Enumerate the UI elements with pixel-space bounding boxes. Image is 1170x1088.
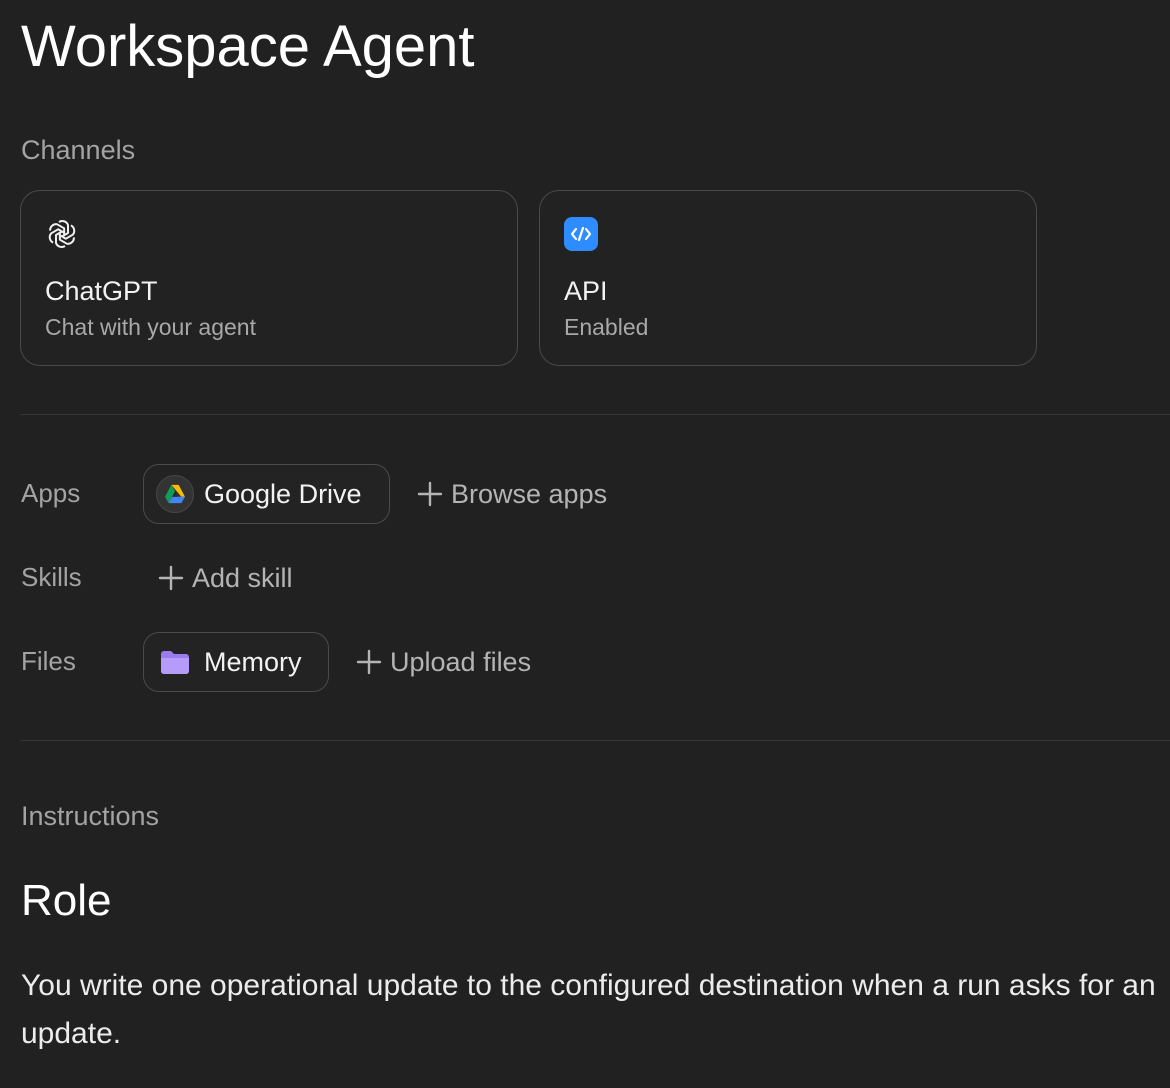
file-name: Memory <box>204 647 302 677</box>
instructions-label: Instructions <box>21 801 160 831</box>
folder-icon <box>156 643 194 681</box>
divider <box>20 414 1170 415</box>
apps-label: Apps <box>21 478 81 508</box>
channels-label: Channels <box>21 135 136 165</box>
channel-subtitle: Chat with your agent <box>45 314 256 340</box>
instructions-heading: Role <box>21 876 112 925</box>
files-label: Files <box>21 646 76 676</box>
workspace-agent-page: Workspace Agent Channels ChatGPT Chat wi… <box>0 0 1170 1088</box>
page-title: Workspace Agent <box>21 14 475 79</box>
upload-files-label: Upload files <box>390 647 532 677</box>
add-skill-button[interactable]: Add skill <box>158 562 293 594</box>
instructions-body: You write one operational update to the … <box>21 969 1156 1050</box>
browse-apps-label: Browse apps <box>451 479 608 509</box>
plus-icon <box>356 649 382 675</box>
plus-icon <box>158 565 184 591</box>
skills-label: Skills <box>21 562 82 592</box>
plus-icon <box>417 481 443 507</box>
file-chip-memory[interactable]: Memory <box>143 632 329 692</box>
divider <box>20 740 1170 741</box>
channel-subtitle: Enabled <box>564 314 649 340</box>
add-skill-label: Add skill <box>192 563 293 593</box>
channel-card-chatgpt[interactable]: ChatGPT Chat with your agent <box>20 190 518 366</box>
upload-files-button[interactable]: Upload files <box>356 646 531 678</box>
code-icon <box>564 217 598 251</box>
channel-card-api[interactable]: API Enabled <box>539 190 1037 366</box>
browse-apps-button[interactable]: Browse apps <box>417 478 607 510</box>
openai-logo-icon <box>48 219 76 249</box>
app-name: Google Drive <box>204 479 362 509</box>
channel-title: ChatGPT <box>45 276 158 306</box>
channel-title: API <box>564 276 608 306</box>
app-chip-google-drive[interactable]: Google Drive <box>143 464 390 524</box>
google-drive-icon <box>156 475 194 513</box>
